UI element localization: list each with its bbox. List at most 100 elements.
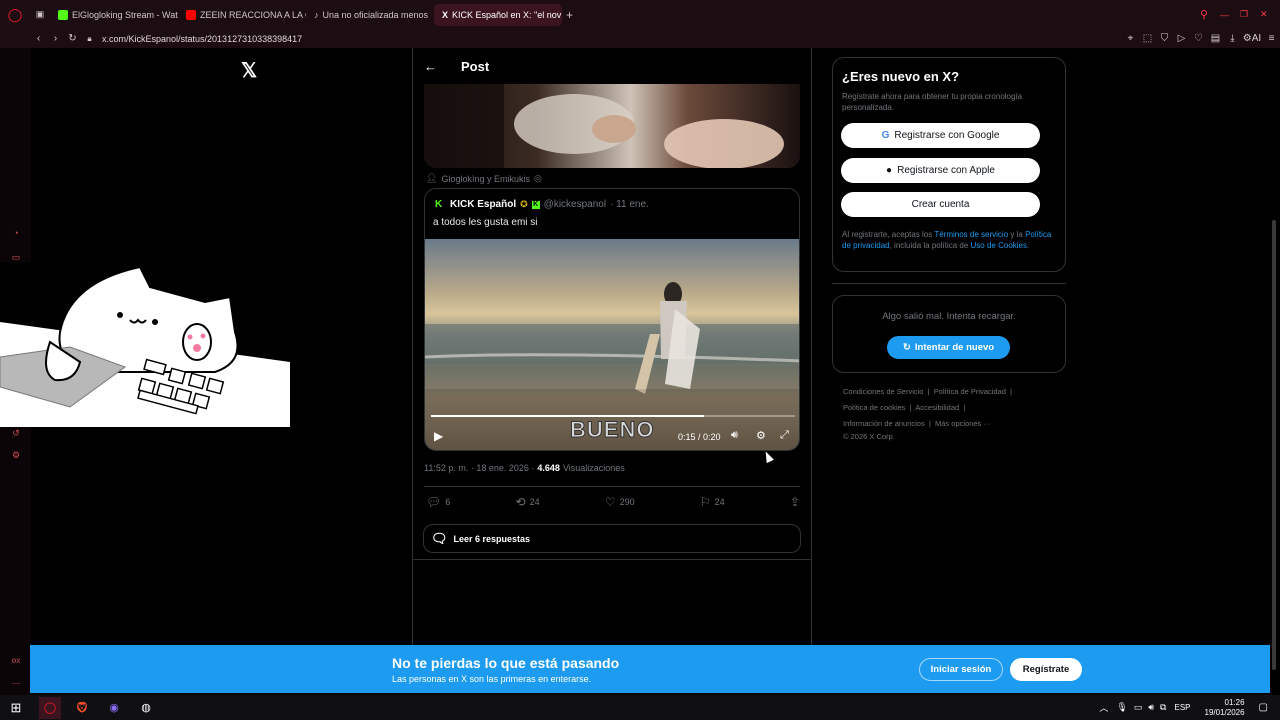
scrollbar-thumb[interactable] bbox=[1272, 220, 1276, 670]
sidebar-clock-icon[interactable]: ◔ bbox=[11, 228, 21, 238]
download-icon[interactable]: ⤓ bbox=[1224, 33, 1241, 44]
page-scrollbar[interactable] bbox=[1271, 50, 1277, 670]
pin-icon[interactable]: ⌖ bbox=[1122, 33, 1139, 44]
tray-chevron-icon[interactable]: ︿ bbox=[1099, 701, 1108, 714]
x-logo-icon[interactable]: 𝕏 bbox=[241, 58, 257, 83]
repost-button[interactable]: ⟲ 24 bbox=[516, 495, 540, 509]
menu-icon[interactable]: ≡ bbox=[1263, 33, 1280, 44]
sidebar-ox-label[interactable]: ox bbox=[11, 656, 21, 666]
wallet-icon[interactable]: ▤ bbox=[1207, 33, 1224, 44]
screenshot-icon[interactable]: ⬚ bbox=[1139, 33, 1156, 44]
new-tab-button[interactable]: + bbox=[566, 8, 573, 22]
post-timestamp[interactable]: 11:52 p. m. · 18 ene. 2026 · bbox=[424, 463, 534, 473]
notifications-icon[interactable]: ▢ bbox=[1259, 702, 1268, 713]
language-indicator[interactable]: ESP bbox=[1174, 703, 1190, 712]
play-icon[interactable]: ▶ bbox=[434, 429, 443, 443]
tab-label: Una no oficializada menos bbox=[322, 9, 429, 20]
heart-icon[interactable]: ♡ bbox=[1190, 33, 1207, 44]
mic-icon[interactable]: 🎙︎ bbox=[1116, 702, 1127, 713]
sidebar-more-icon[interactable]: ⋯ bbox=[11, 678, 21, 688]
footer-link[interactable]: Condiciones de Servicio bbox=[843, 387, 923, 396]
player-icon[interactable]: ▷ bbox=[1173, 33, 1190, 44]
forward-icon[interactable]: › bbox=[47, 33, 64, 44]
network-icon[interactable]: ▭ bbox=[1134, 702, 1143, 713]
close-window-icon[interactable]: ✕ bbox=[1260, 9, 1280, 20]
banner-title: No te pierdas lo que está pasando bbox=[392, 655, 620, 671]
url-field[interactable]: x.com/KickEspanol/status/201312731033839… bbox=[102, 34, 302, 44]
signup-google-button[interactable]: G Registrarse con Google bbox=[841, 123, 1040, 148]
opera-logo-icon[interactable]: ◯ bbox=[0, 7, 30, 23]
back-icon[interactable]: ‹ bbox=[30, 33, 47, 44]
reload-icon[interactable]: ↻ bbox=[64, 33, 81, 44]
video-progress-track[interactable] bbox=[431, 415, 795, 417]
tab-youtube[interactable]: ZEEIN REACCIONA A LA C bbox=[178, 4, 306, 26]
clock[interactable]: 01:26 19/01/2026 bbox=[1205, 698, 1245, 718]
post-header: ← Post bbox=[413, 48, 811, 84]
footer-link[interactable]: Política de Privacidad bbox=[934, 387, 1006, 396]
sidebar-cart-icon[interactable]: ▭ bbox=[11, 252, 21, 262]
quoted-post-card[interactable]: K KICK Español ✪ K @kickespanol · 11 ene… bbox=[424, 188, 800, 451]
social-context-text[interactable]: Gloglokìng y Emikukis bbox=[441, 174, 530, 184]
fullscreen-icon[interactable]: ⤢ bbox=[780, 429, 789, 442]
footer-link[interactable]: Política de cookies bbox=[843, 403, 906, 412]
previous-post-image[interactable] bbox=[424, 84, 800, 168]
minimize-icon[interactable]: — bbox=[1220, 10, 1240, 20]
speaker-icon[interactable]: 🔊︎ bbox=[1148, 702, 1154, 713]
bongo-cat-overlay bbox=[0, 262, 290, 427]
settings-gear-icon[interactable]: ⚙ bbox=[756, 429, 766, 442]
share-button[interactable]: ⇪ bbox=[790, 495, 800, 509]
windows-start-icon[interactable]: ⊞ bbox=[5, 697, 27, 719]
footer-more-options[interactable]: Más opciones ··· bbox=[935, 419, 991, 428]
page-title: Post bbox=[461, 58, 490, 74]
kick-avatar-icon[interactable]: K bbox=[435, 199, 446, 210]
volume-icon[interactable]: 🔊︎ bbox=[731, 429, 738, 442]
bookmark-count: 24 bbox=[714, 497, 725, 507]
views-label: Visualizaciones bbox=[562, 463, 625, 473]
brave-taskbar-icon[interactable]: 🦁︎ bbox=[71, 697, 93, 719]
author-handle[interactable]: @kickespanol bbox=[544, 199, 606, 210]
footer-link[interactable]: Información de anuncios bbox=[843, 419, 925, 428]
verified-badge-icon: ✪ bbox=[520, 199, 528, 209]
tab-x-post[interactable]: X KICK Español en X: "el nov bbox=[434, 3, 562, 26]
retry-button[interactable]: ↻ Intentar de nuevo bbox=[887, 336, 1010, 359]
read-replies-button[interactable]: 🗨︎ Leer 6 respuestas bbox=[423, 524, 801, 553]
signup-banner: No te pierdas lo que está pasando Las pe… bbox=[30, 645, 1270, 693]
back-arrow-icon[interactable]: ← bbox=[424, 59, 437, 74]
register-button[interactable]: Regístrate bbox=[1010, 658, 1082, 681]
bongo-cat-image bbox=[0, 265, 290, 427]
footer-separator: | bbox=[959, 403, 966, 412]
login-button[interactable]: Iniciar sesión bbox=[919, 658, 1003, 681]
like-button[interactable]: ♡ 290 bbox=[605, 495, 635, 509]
discord-taskbar-icon[interactable]: ◉ bbox=[103, 697, 125, 719]
legal-text: . bbox=[1027, 241, 1030, 250]
reply-button[interactable]: 💬︎ 6 bbox=[426, 495, 450, 509]
create-account-button[interactable]: Crear cuenta bbox=[841, 192, 1040, 217]
video-player[interactable]: BUENO ▶ 0:15 / 0:20 🔊︎ ⚙ ⤢ bbox=[425, 239, 799, 450]
divider bbox=[832, 283, 1066, 284]
refresh-icon: ↻ bbox=[902, 342, 911, 353]
signup-apple-button[interactable]: ● Registrarse con Apple bbox=[841, 158, 1040, 183]
obs-taskbar-icon[interactable]: ◍ bbox=[135, 697, 157, 719]
sidebar-history-icon[interactable]: ↺ bbox=[11, 428, 21, 438]
search-tabs-icon[interactable]: ⚲ bbox=[1200, 8, 1220, 21]
workspaces-icon[interactable]: ▣ bbox=[30, 9, 50, 20]
bookmark-button[interactable]: ⚐ 24 bbox=[700, 495, 725, 509]
opera-taskbar-icon[interactable]: ◯ bbox=[39, 696, 61, 719]
tab-tiktok[interactable]: ♪ Una no oficializada menos bbox=[306, 4, 434, 26]
footer-link[interactable]: Accesibilidad bbox=[915, 403, 959, 412]
maximize-icon[interactable]: ❐ bbox=[1240, 9, 1260, 20]
emoji-icon: ◎ bbox=[533, 173, 542, 183]
tab-kick-stream[interactable]: ElGlogloking Stream - Wat bbox=[50, 4, 178, 26]
sidebar-settings-icon[interactable]: ⚙ bbox=[11, 450, 21, 460]
cookies-link[interactable]: Uso de Cookies bbox=[971, 241, 1027, 250]
repost-count: 24 bbox=[529, 497, 540, 507]
ai-icon[interactable]: ⚙AI bbox=[1241, 33, 1263, 44]
social-context: 👤︎ Gloglokìng y Emikukis ◎ bbox=[426, 173, 542, 184]
retry-label: Intentar de nuevo bbox=[914, 342, 995, 353]
tray-app-icon[interactable]: ⧉ bbox=[1160, 702, 1166, 713]
author-name[interactable]: KICK Español bbox=[450, 199, 516, 210]
shield-icon[interactable]: ⛉ bbox=[1156, 33, 1173, 44]
post-date: · 11 ene. bbox=[610, 199, 649, 210]
footer-row-2: Política de cookies | Accesibilidad | bbox=[843, 403, 965, 412]
terms-link[interactable]: Términos de servicio bbox=[934, 230, 1008, 239]
